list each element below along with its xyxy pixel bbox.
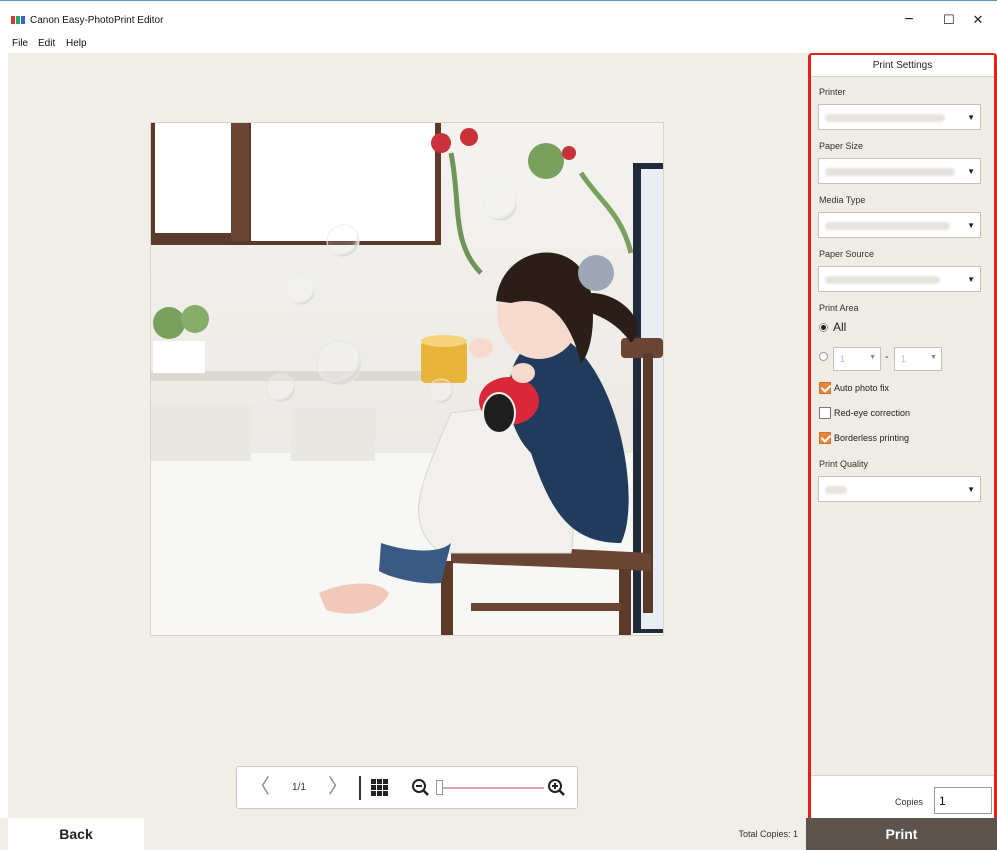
range-separator: -: [885, 351, 889, 363]
close-button[interactable]: ✕: [961, 8, 995, 32]
red-eye-correction-label[interactable]: Red-eye correction: [834, 408, 910, 418]
previous-page-button[interactable]: 〈: [245, 767, 275, 808]
print-area-range-radio[interactable]: [819, 352, 828, 361]
media-type-dropdown[interactable]: ▼: [818, 212, 981, 238]
paper-source-label: Paper Source: [819, 249, 875, 259]
grid-view-icon[interactable]: [371, 779, 388, 796]
print-area-all-radio[interactable]: [819, 323, 828, 332]
toolbar-separator: [359, 776, 361, 800]
range-to-dropdown[interactable]: 1 ▼: [894, 347, 942, 371]
print-button[interactable]: Print: [806, 818, 997, 850]
auto-photo-fix-label[interactable]: Auto photo fix: [834, 383, 889, 393]
app-logo-icon: [11, 16, 25, 24]
print-quality-label: Print Quality: [819, 459, 869, 469]
page-indicator: 1/1: [292, 782, 306, 793]
dropdown-arrow-icon: ▼: [967, 275, 975, 284]
menu-file[interactable]: File: [12, 38, 28, 49]
zoom-slider-thumb[interactable]: [436, 780, 444, 795]
borderless-printing-checkbox[interactable]: [819, 432, 831, 444]
range-to-value: 1: [901, 354, 907, 364]
title-bar: Canon Easy-PhotoPrint Editor − ☐ ✕: [0, 0, 997, 36]
zoom-out-icon[interactable]: [411, 778, 431, 798]
copies-input[interactable]: 1: [934, 787, 992, 814]
minimize-button[interactable]: −: [892, 8, 926, 32]
zoom-in-icon[interactable]: [547, 778, 567, 798]
copies-label: Copies: [895, 797, 924, 807]
media-type-label: Media Type: [819, 195, 866, 205]
paper-size-label: Paper Size: [819, 141, 864, 151]
zoom-slider-track[interactable]: [436, 787, 544, 789]
photo-image: [151, 123, 663, 635]
menu-edit[interactable]: Edit: [38, 38, 55, 49]
auto-photo-fix-checkbox[interactable]: [819, 382, 831, 394]
menu-bar: File Edit Help: [0, 36, 997, 53]
print-area-all-label[interactable]: All: [833, 320, 846, 334]
range-from-dropdown[interactable]: 1 ▼: [833, 347, 881, 371]
page-zoom-toolbar: 〈 1/1 〉: [236, 766, 578, 809]
window-title: Canon Easy-PhotoPrint Editor: [30, 15, 164, 26]
canvas-left-edge: [0, 53, 8, 818]
dropdown-arrow-icon: ▼: [967, 221, 975, 230]
panel-title: Print Settings: [811, 55, 994, 77]
range-from-value: 1: [840, 354, 846, 364]
next-page-button[interactable]: 〉: [323, 767, 353, 808]
red-eye-correction-checkbox[interactable]: [819, 407, 831, 419]
printer-dropdown[interactable]: ▼: [818, 104, 981, 130]
paper-size-dropdown[interactable]: ▼: [818, 158, 981, 184]
dropdown-arrow-icon: ▼: [967, 167, 975, 176]
total-copies-text: Total Copies: 1: [738, 829, 798, 839]
dropdown-arrow-icon: ▼: [967, 485, 975, 494]
print-quality-dropdown[interactable]: ▼: [818, 476, 981, 502]
back-button[interactable]: Back: [8, 818, 144, 850]
dropdown-arrow-icon: ▼: [967, 113, 975, 122]
borderless-printing-label[interactable]: Borderless printing: [834, 433, 909, 443]
paper-source-dropdown[interactable]: ▼: [818, 266, 981, 292]
menu-help[interactable]: Help: [66, 38, 87, 49]
photo-preview[interactable]: [150, 122, 664, 636]
printer-label: Printer: [819, 87, 846, 97]
print-area-label: Print Area: [819, 303, 859, 313]
